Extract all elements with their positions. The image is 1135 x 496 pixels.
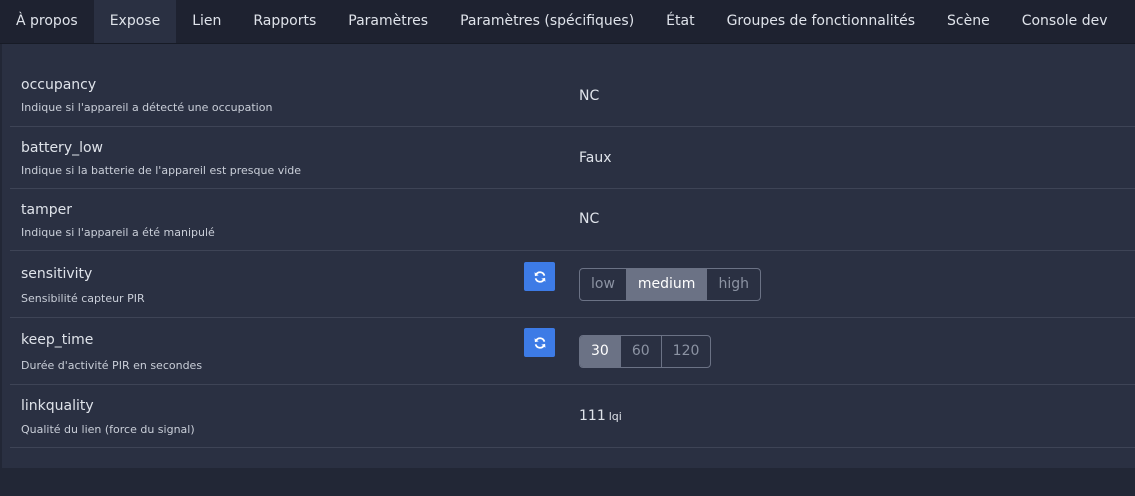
sensitivity-description: Sensibilité capteur PIR xyxy=(21,292,145,305)
occupancy-value: NC xyxy=(579,88,600,104)
tab-console-dev[interactable]: Console dev xyxy=(1006,0,1124,43)
tamper-title: tamper xyxy=(21,202,72,218)
tab-rapports[interactable]: Rapports xyxy=(237,0,332,43)
refresh-icon xyxy=(534,336,545,349)
tab-a-propos[interactable]: À propos xyxy=(0,0,94,43)
expose-row-keep-time: keep_time Durée d'activité PIR en second… xyxy=(10,318,1135,385)
linkquality-description: Qualité du lien (force du signal) xyxy=(21,423,195,436)
linkquality-value: 111 xyxy=(579,408,606,424)
tamper-description: Indique si l'appareil a été manipulé xyxy=(21,226,215,239)
sensitivity-option-medium[interactable]: medium xyxy=(626,269,708,300)
refresh-icon xyxy=(534,270,545,283)
occupancy-title: occupancy xyxy=(21,77,97,93)
linkquality-unit: lqi xyxy=(608,410,622,423)
battery-low-title: battery_low xyxy=(21,140,104,156)
sensitivity-title: sensitivity xyxy=(21,266,93,282)
tab-groupes-fonctionnalites[interactable]: Groupes de fonctionnalités xyxy=(711,0,931,43)
sensitivity-option-low[interactable]: low xyxy=(580,269,627,300)
sensitivity-refresh-button[interactable] xyxy=(524,262,555,291)
keep-time-option-60[interactable]: 60 xyxy=(621,336,662,367)
tab-lien[interactable]: Lien xyxy=(176,0,237,43)
sensitivity-option-group: low medium high xyxy=(579,268,761,301)
keep-time-refresh-button[interactable] xyxy=(524,328,555,357)
tab-bar: À propos Expose Lien Rapports Paramètres… xyxy=(0,0,1135,44)
battery-low-value: Faux xyxy=(579,150,612,166)
keep-time-option-group: 30 60 120 xyxy=(579,335,712,368)
expose-card: occupancy Indique si l'appareil a détect… xyxy=(2,44,1135,468)
expose-row-sensitivity: sensitivity Sensibilité capteur PIR low … xyxy=(10,251,1135,318)
tab-parametres-specifiques[interactable]: Paramètres (spécifiques) xyxy=(444,0,650,43)
tab-parametres[interactable]: Paramètres xyxy=(332,0,444,43)
expose-row-tamper: tamper Indique si l'appareil a été manip… xyxy=(10,189,1135,251)
tab-etat[interactable]: État xyxy=(650,0,710,43)
keep-time-option-30[interactable]: 30 xyxy=(580,336,621,367)
sensitivity-option-high[interactable]: high xyxy=(707,269,760,300)
expose-row-linkquality: linkquality Qualité du lien (force du si… xyxy=(10,385,1135,448)
occupancy-description: Indique si l'appareil a détecté une occu… xyxy=(21,101,273,114)
linkquality-value-wrapper: 111 lqi xyxy=(579,408,622,424)
tab-expose[interactable]: Expose xyxy=(93,0,177,43)
tab-scene[interactable]: Scène xyxy=(931,0,1006,43)
keep-time-description: Durée d'activité PIR en secondes xyxy=(21,359,203,372)
expose-row-battery-low: battery_low Indique si la batterie de l'… xyxy=(10,127,1135,189)
linkquality-title: linkquality xyxy=(21,398,94,414)
expose-row-occupancy: occupancy Indique si l'appareil a détect… xyxy=(10,64,1135,127)
keep-time-option-120[interactable]: 120 xyxy=(662,336,711,367)
battery-low-description: Indique si la batterie de l'appareil est… xyxy=(21,164,302,177)
tamper-value: NC xyxy=(579,211,600,227)
keep-time-title: keep_time xyxy=(21,332,94,348)
